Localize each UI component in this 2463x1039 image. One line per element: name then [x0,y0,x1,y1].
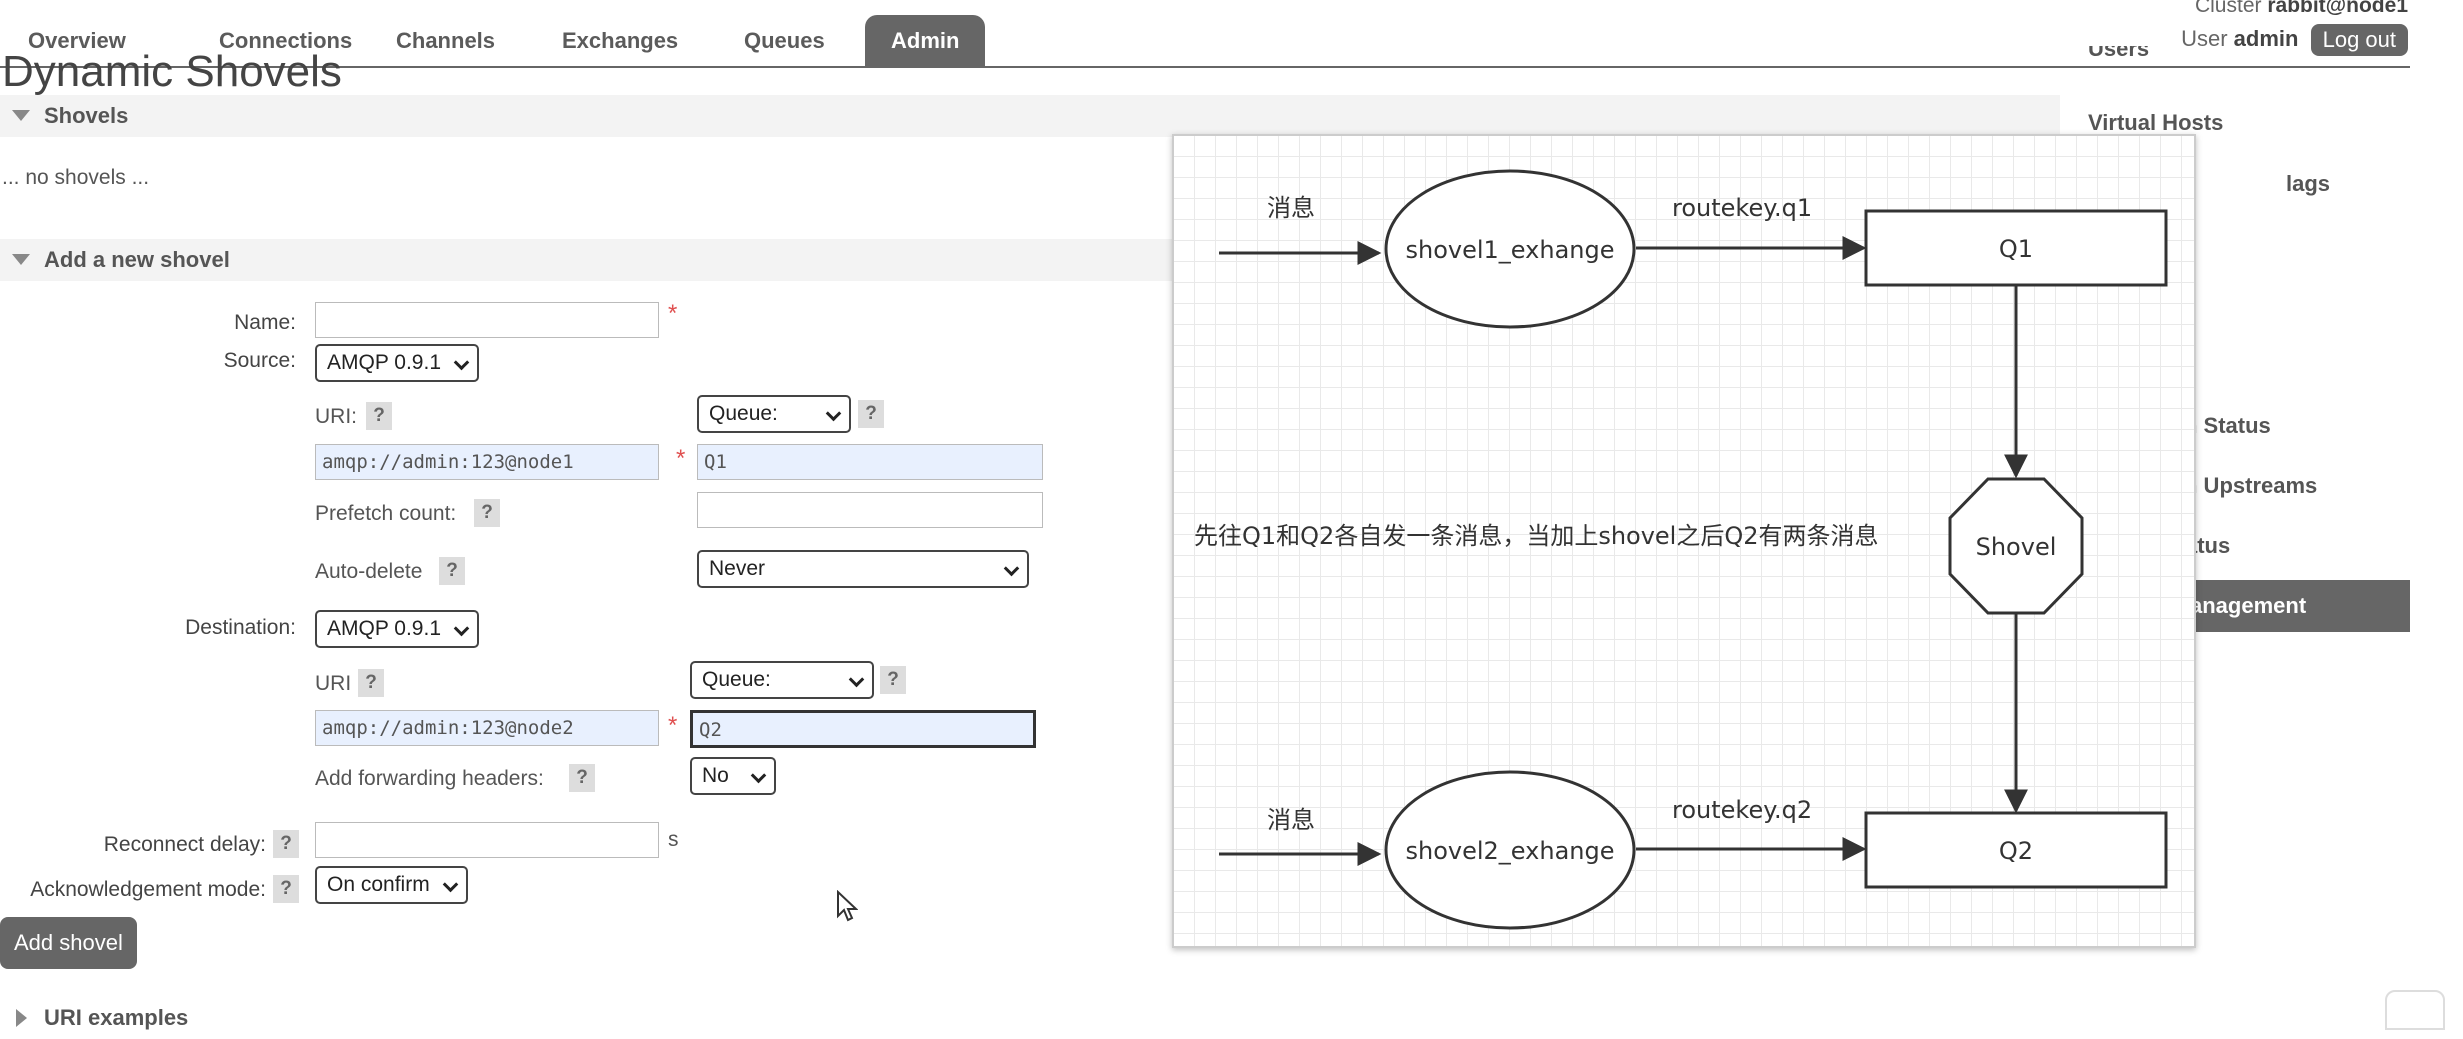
chevron-down-icon [1003,560,1020,577]
prefetch-count-label: Prefetch count: [315,502,457,525]
forwarding-headers-label: Add forwarding headers: [315,767,544,790]
collapse-triangle-icon [12,110,30,121]
destination-type-select[interactable]: Queue: [690,661,874,699]
uri-examples-section-header[interactable]: URI examples [0,997,2060,1039]
chevron-down-icon [825,405,842,422]
queue-label-1: Q1 [1999,235,2033,263]
reconnect-delay-label: Reconnect delay: [103,833,266,856]
uri-examples-title: URI examples [44,1005,189,1030]
reconnect-delay-help-button[interactable]: ? [273,830,299,858]
auto-delete-help-button[interactable]: ? [439,557,465,585]
forwarding-headers-help-button[interactable]: ? [569,764,595,792]
exchange-label-2: shovel2_exhange [1406,837,1615,865]
ack-mode-select[interactable]: On confirm [315,866,468,904]
prefetch-count-input[interactable] [697,492,1043,528]
tab-exchanges[interactable]: Exchanges [536,15,704,67]
sidebar-item-federation-upstreams[interactable]: n Upstreams [2184,473,2317,499]
shovel-label: Shovel [1976,533,2057,561]
queue-label-2: Q2 [1999,837,2033,865]
source-type-select[interactable]: Queue: [697,395,851,433]
tab-admin[interactable]: Admin [865,15,986,67]
name-input[interactable] [315,302,659,338]
ack-mode-label: Acknowledgement mode: [30,878,266,901]
destination-uri-label: URI [315,672,352,695]
source-queue-input[interactable]: Q1 [697,444,1043,480]
shovel-diagram: 消息 shovel1_exhange routekey.q1 Q1 Shovel… [1194,169,2168,930]
add-shovel-button[interactable]: Add shovel [0,917,137,969]
destination-uri-input[interactable]: amqp://admin:123@node2 [315,710,659,746]
chevron-down-icon [442,876,458,893]
routing-key-label-1: routekey.q1 [1672,194,1812,222]
chevron-down-icon [750,767,767,784]
destination-type-help-button[interactable]: ? [880,666,906,694]
required-marker: * [668,300,678,327]
source-type-value: Queue: [709,402,778,425]
nav-divider [0,66,2410,68]
destination-label: Destination: [185,616,296,639]
required-marker: * [676,445,686,472]
sidebar-item-users[interactable]: Users [2088,46,2149,66]
chevron-down-icon [453,620,470,637]
forwarding-headers-value: No [702,764,729,787]
required-marker: * [668,712,678,739]
cluster-info: Cluster rabbit@node1 [2195,0,2408,18]
destination-protocol-select[interactable]: AMQP 0.9.1 [315,610,480,648]
source-type-help-button[interactable]: ? [858,400,884,428]
destination-protocol-value: AMQP 0.9.1 [327,617,442,640]
collapse-triangle-icon [12,254,30,265]
source-uri-input[interactable]: amqp://admin:123@node1 [315,444,659,480]
destination-type-value: Queue: [702,668,771,691]
prefetch-help-button[interactable]: ? [474,499,500,527]
forwarding-headers-select[interactable]: No [690,757,776,795]
diagram-note: 先往Q1和Q2各自发一条消息，当加上shovel之后Q2有两条消息 [1194,522,1879,550]
cluster-label: Cluster [2194,0,2262,17]
shovels-section-header[interactable]: Shovels [0,95,2060,137]
shovel-diagram-image: 消息 shovel1_exhange routekey.q1 Q1 Shovel… [1172,134,2196,948]
reconnect-delay-input[interactable] [315,822,659,858]
message-label-1: 消息 [1267,194,1315,222]
sidebar-item-feature-flags[interactable]: lags [2286,171,2330,197]
expand-triangle-icon [16,1009,27,1027]
source-uri-help-button[interactable]: ? [366,402,392,430]
source-uri-label: URI: [315,405,357,428]
no-shovels-text: ... no shovels ... [2,166,150,189]
mouse-cursor-icon [837,890,858,922]
source-label: Source: [223,349,296,372]
ack-mode-help-button[interactable]: ? [273,875,299,903]
shovels-section-title: Shovels [44,103,129,128]
routing-key-label-2: routekey.q2 [1672,796,1812,824]
sidebar-item-federation-status[interactable]: n Status [2184,413,2271,439]
add-shovel-section-title: Add a new shovel [44,247,230,272]
sidebar-item-virtual-hosts[interactable]: Virtual Hosts [2088,110,2223,136]
tab-channels[interactable]: Channels [370,15,521,67]
cluster-name: rabbit@node1 [2267,0,2408,17]
message-label-2: 消息 [1267,806,1315,834]
auto-delete-label: Auto-delete [315,560,423,583]
auto-delete-value: Never [709,557,766,580]
reconnect-unit: s [668,828,679,851]
page-title: Dynamic Shovels [2,47,342,96]
exchange-label-1: shovel1_exhange [1406,236,1615,264]
source-protocol-value: AMQP 0.9.1 [327,351,442,374]
destination-queue-input[interactable]: Q2 [690,710,1036,748]
chevron-down-icon [453,354,470,371]
name-label: Name: [234,311,296,334]
destination-uri-help-button[interactable]: ? [358,669,384,697]
play-icon [2385,990,2445,1030]
ack-mode-value: On confirm [327,873,430,896]
chevron-down-icon [848,671,865,688]
auto-delete-select[interactable]: Never [697,550,1029,588]
tab-queues[interactable]: Queues [718,15,851,67]
source-protocol-select[interactable]: AMQP 0.9.1 [315,344,480,382]
